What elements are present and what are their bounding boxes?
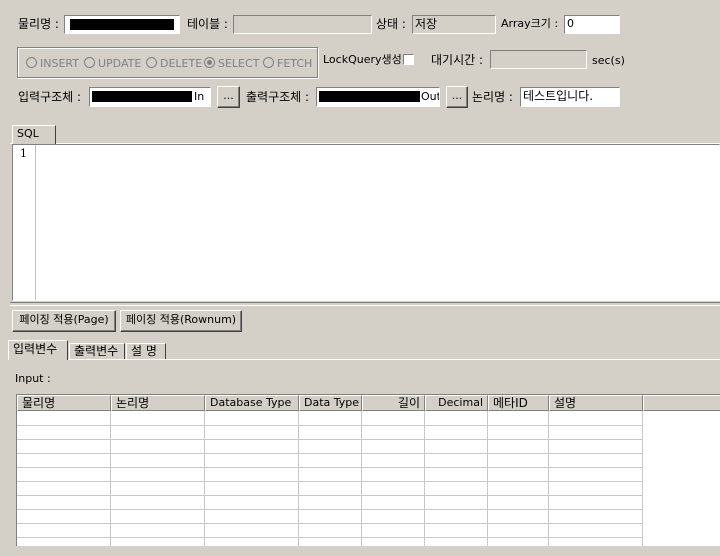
table-field (233, 15, 372, 34)
input-label: Input : (15, 372, 51, 385)
grid-col-line (424, 411, 425, 546)
lockquery-label: LockQuery생성 (323, 53, 402, 66)
input-struct-browse-button[interactable]: ... (217, 86, 240, 108)
wait-time-label: 대기시간 : (431, 53, 484, 67)
radio-fetch[interactable]: FETCH (263, 57, 312, 71)
paging-page-button[interactable]: 페이징 적용(Page) (12, 310, 116, 332)
table-label: 테이블 : (187, 17, 228, 31)
paging-rownum-button[interactable]: 페이징 적용(Rownum) (120, 310, 242, 332)
input-struct-redaction (91, 90, 193, 103)
radio-delete[interactable]: DELETE (146, 57, 202, 71)
radio-fetch-icon (263, 57, 274, 68)
column-header-length[interactable]: 길이 (362, 395, 425, 411)
sql-editor[interactable]: 1 (12, 144, 720, 301)
column-header-meta-id[interactable]: 메타ID (488, 395, 549, 411)
array-size-input[interactable]: 0 (564, 15, 620, 34)
radio-insert-label: INSERT (40, 57, 79, 70)
grid-row-line (17, 495, 643, 496)
radio-select-selected-icon (204, 57, 215, 68)
input-struct-label: 입력구조체 : (18, 90, 82, 104)
physical-name-input[interactable] (64, 15, 180, 34)
tab-sql[interactable]: SQL (12, 125, 56, 144)
grid-col-line (487, 411, 488, 546)
status-label: 상태 : (376, 17, 406, 31)
input-variables-grid[interactable]: 물리명 논리명 Database Type Data Type 길이 Decim… (16, 394, 720, 546)
output-struct-suffix: Out (421, 90, 440, 103)
grid-row-line (17, 481, 643, 482)
line-number: 1 (20, 147, 27, 160)
radio-select-label: SELECT (218, 57, 260, 70)
wait-time-unit: sec(s) (592, 54, 625, 67)
radio-update[interactable]: UPDATE (84, 57, 141, 71)
bottom-tabs-rule (8, 359, 720, 360)
grid-row-line (17, 467, 643, 468)
lockquery-checkbox[interactable] (403, 54, 414, 65)
column-header-physical-name[interactable]: 물리명 (17, 395, 111, 411)
output-struct-label: 출력구조체 : (246, 90, 310, 104)
grid-row-line (17, 425, 643, 426)
output-struct-browse-button[interactable]: ... (446, 86, 468, 108)
radio-select[interactable]: SELECT (204, 57, 259, 71)
grid-row-line (17, 453, 643, 454)
column-header-logical-name[interactable]: 논리명 (111, 395, 205, 411)
radio-insert[interactable]: INSERT (26, 57, 79, 71)
radio-update-label: UPDATE (98, 57, 142, 70)
tab-input-vars[interactable]: 입력변수 (8, 340, 68, 360)
physical-name-redaction (69, 18, 175, 31)
grid-col-line (642, 411, 643, 546)
input-struct-input[interactable]: In (89, 87, 211, 107)
array-size-label: Array크기 : (501, 17, 559, 30)
output-struct-redaction (318, 90, 421, 103)
line-number-gutter: 1 (13, 145, 36, 300)
grid-col-line (361, 411, 362, 546)
logical-name-label: 논리명 : (472, 90, 513, 104)
logical-name-input[interactable]: 테스트입니다. (520, 87, 620, 107)
grid-col-line (110, 411, 111, 546)
column-header-description[interactable]: 설명 (549, 395, 643, 411)
grid-col-line (548, 411, 549, 546)
grid-row-line (17, 523, 643, 524)
radio-insert-icon (26, 57, 37, 68)
physical-name-label: 물리명 : (18, 17, 59, 31)
grid-row-line (17, 509, 643, 510)
tab-output-vars[interactable]: 출력변수 (69, 343, 125, 359)
column-header-data-type[interactable]: Data Type (299, 395, 362, 411)
wait-time-field (490, 50, 587, 69)
grid-col-line (204, 411, 205, 546)
column-header-database-type[interactable]: Database Type (205, 395, 299, 411)
status-field: 저장 (412, 15, 496, 34)
splitter[interactable] (10, 302, 720, 306)
radio-update-icon (84, 57, 95, 68)
input-struct-suffix: In (194, 90, 205, 103)
radio-delete-icon (146, 57, 157, 68)
grid-row-line (17, 537, 643, 538)
grid-col-line (298, 411, 299, 546)
tab-description[interactable]: 설 명 (126, 343, 166, 359)
radio-fetch-label: FETCH (277, 57, 313, 70)
column-header-decimal[interactable]: Decimal (425, 395, 488, 411)
radio-delete-label: DELETE (160, 57, 203, 70)
grid-row-line (17, 439, 643, 440)
column-header-filler (643, 395, 720, 411)
output-struct-input[interactable]: Out (316, 87, 440, 107)
